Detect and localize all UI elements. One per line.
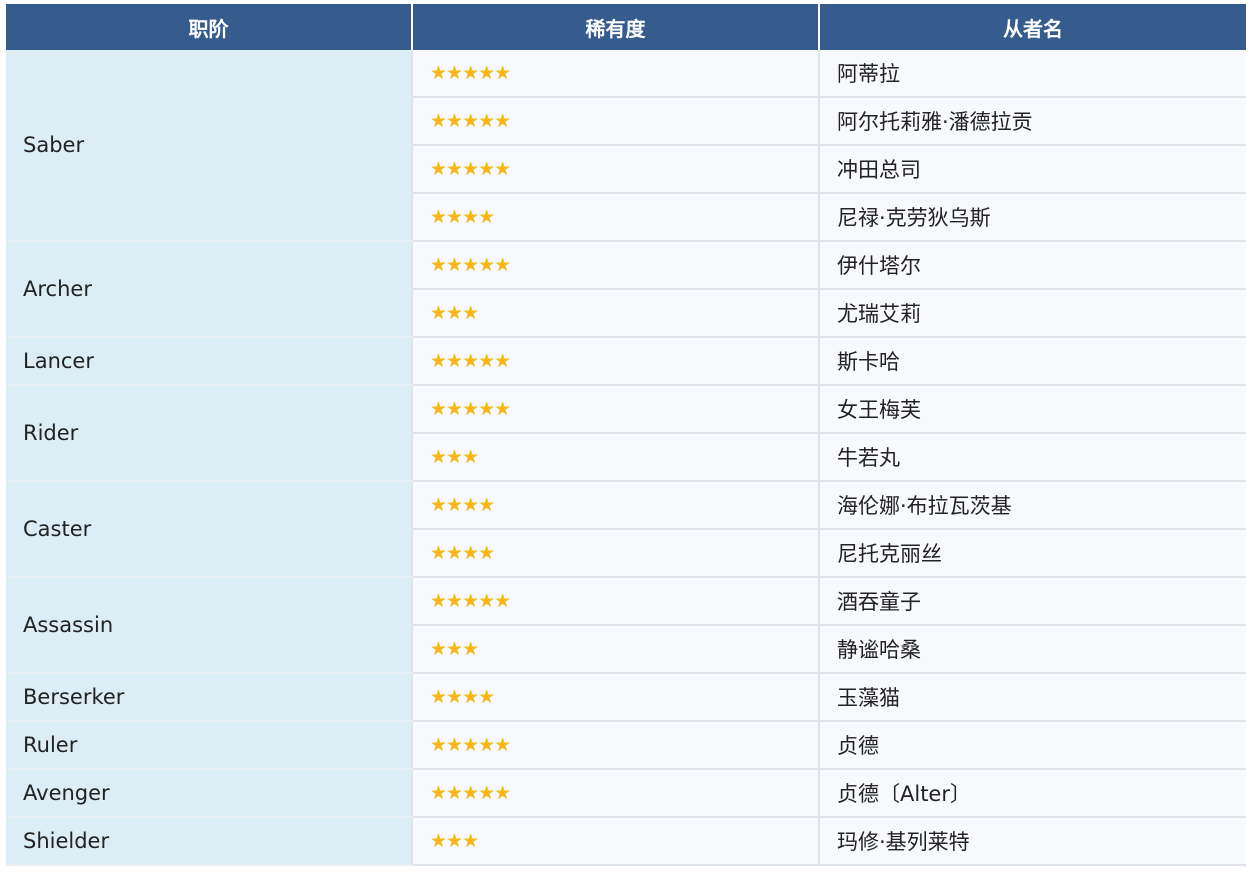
servant-name: 尼托克丽丝 [819,529,1246,578]
servant-name: 贞德 [819,721,1246,770]
class-cell: Lancer [6,337,413,386]
table-row: Ruler ★★★★★ 贞德 [6,721,1246,770]
rarity-stars: ★★★★★ [412,97,820,146]
rarity-stars: ★★★★ [412,673,820,722]
header-row: 职阶 稀有度 从者名 [6,4,1246,50]
servant-name: 尤瑞艾莉 [819,289,1246,338]
page: 职阶 稀有度 从者名 Saber ★★★★★ 阿蒂拉 ★★★★★ 阿尔托莉雅·潘德拉贡 ★… [0,0,1252,866]
rarity-stars: ★★★★★ [412,337,820,386]
rarity-stars: ★★★★★ [412,721,820,770]
class-cell: Berserker [6,673,413,722]
rarity-stars: ★★★★★ [412,241,820,290]
servant-name: 斯卡哈 [819,337,1246,386]
class-cell: Archer [6,241,413,338]
table-row: Avenger ★★★★★ 贞德〔Alter〕 [6,769,1246,818]
servant-name: 尼禄·克劳狄乌斯 [819,193,1246,242]
rarity-stars: ★★★★★ [412,769,820,818]
servant-name: 阿尔托莉雅·潘德拉贡 [819,97,1246,146]
rarity-stars: ★★★★★ [412,50,820,98]
table-row: Berserker ★★★★ 玉藻猫 [6,673,1246,722]
rarity-stars: ★★★ [412,433,820,482]
servant-name: 牛若丸 [819,433,1246,482]
rarity-stars: ★★★★★ [412,577,820,626]
servant-name: 静谧哈桑 [819,625,1246,674]
table-row: Lancer ★★★★★ 斯卡哈 [6,337,1246,386]
servant-name: 酒吞童子 [819,577,1246,626]
header-servant-name: 从者名 [819,4,1246,50]
servant-name: 冲田总司 [819,145,1246,194]
class-cell: Rider [6,385,413,482]
header-class: 职阶 [6,4,413,50]
class-cell: Shielder [6,817,413,866]
rarity-stars: ★★★★ [412,481,820,530]
class-cell: Avenger [6,769,413,818]
class-cell: Assassin [6,577,413,674]
servant-name: 伊什塔尔 [819,241,1246,290]
table-body: Saber ★★★★★ 阿蒂拉 ★★★★★ 阿尔托莉雅·潘德拉贡 ★★★★★ 冲田总司 ★★★… [6,50,1246,866]
rarity-stars: ★★★ [412,817,820,866]
header-rarity: 稀有度 [412,4,820,50]
table-row: Assassin ★★★★★ 酒吞童子 [6,577,1246,674]
servant-name: 女王梅芙 [819,385,1246,434]
rarity-stars: ★★★★★ [412,145,820,194]
class-cell: Ruler [6,721,413,770]
table-row: Shielder ★★★ 玛修·基列莱特 [6,817,1246,866]
rarity-stars: ★★★★ [412,529,820,578]
class-cell: Caster [6,481,413,578]
servant-name: 海伦娜·布拉瓦茨基 [819,481,1246,530]
servant-name: 阿蒂拉 [819,50,1246,98]
rarity-stars: ★★★★ [412,193,820,242]
table-row: Archer ★★★★★ 伊什塔尔 [6,241,1246,338]
servant-name: 玛修·基列莱特 [819,817,1246,866]
class-cell: Saber [6,50,413,242]
table-row: Rider ★★★★★ 女王梅芙 [6,385,1246,482]
table-row: Caster ★★★★ 海伦娜·布拉瓦茨基 [6,481,1246,578]
servant-table: 职阶 稀有度 从者名 Saber ★★★★★ 阿蒂拉 ★★★★★ 阿尔托莉雅·潘德拉贡 ★… [6,4,1246,866]
rarity-stars: ★★★ [412,625,820,674]
rarity-stars: ★★★★★ [412,385,820,434]
table-header: 职阶 稀有度 从者名 [6,4,1246,50]
servant-name: 玉藻猫 [819,673,1246,722]
rarity-stars: ★★★ [412,289,820,338]
servant-name: 贞德〔Alter〕 [819,769,1246,818]
table-row: Saber ★★★★★ 阿蒂拉 [6,50,1246,242]
